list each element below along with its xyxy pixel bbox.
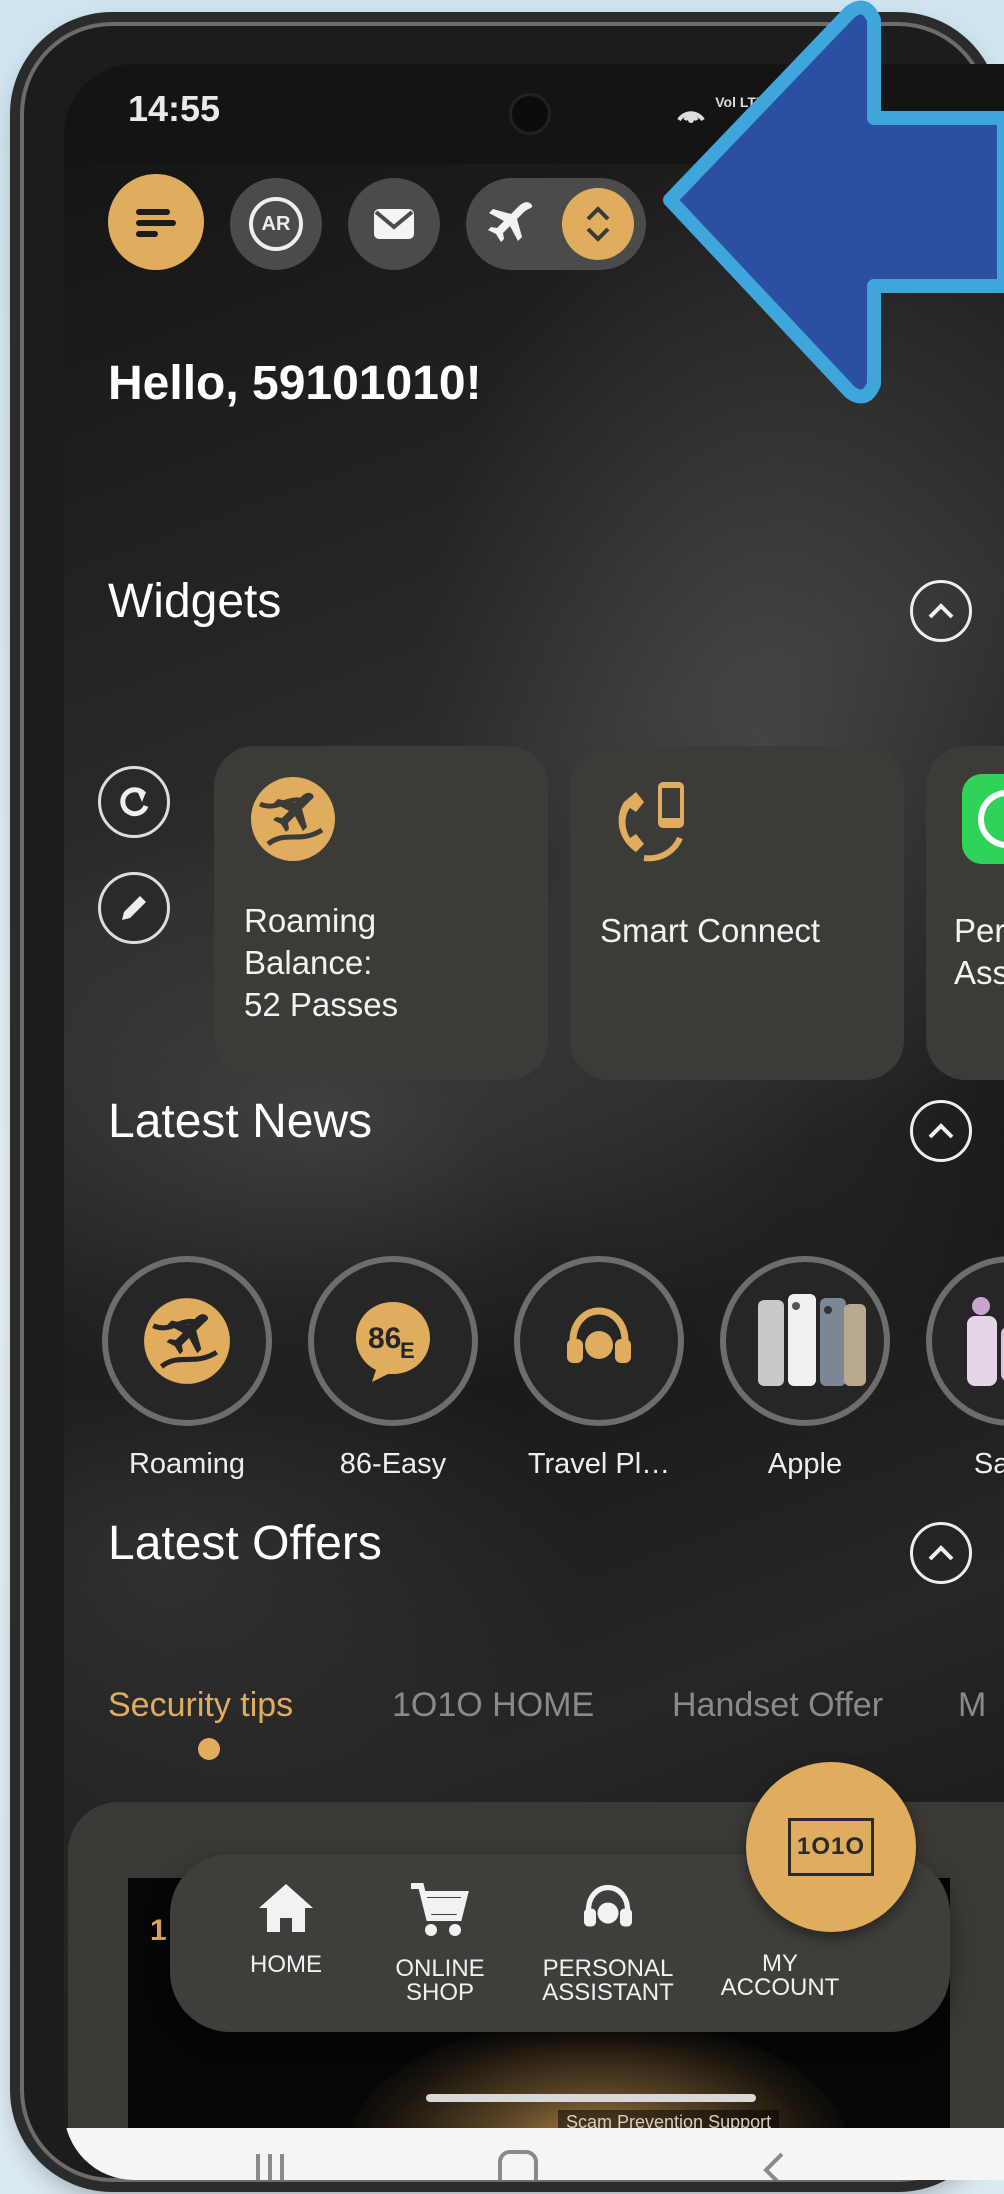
ar-label: AR [261,212,291,235]
news-thumbnail [102,1256,272,1426]
greeting: Hello, 59101010! [108,357,482,410]
widgets-collapse-button[interactable] [910,580,972,642]
news-item-apple[interactable]: Apple [716,1256,894,1481]
news-item-86-easy[interactable]: 86 E 86-Easy [304,1256,482,1481]
nav-my-account[interactable]: MY ACCOUNT [710,1940,850,2000]
chevron-up-icon [928,603,954,619]
ar-icon: AR [249,197,303,251]
back-icon [763,2152,784,2180]
whatsapp-icon [962,774,1004,864]
menu-icon [136,209,176,237]
news-label: Sams [973,1448,1004,1480]
news-thumbnail [514,1256,684,1426]
my-account-button[interactable]: 1O1O [746,1762,916,1932]
edit-widgets-button[interactable] [98,872,170,944]
nav-personal-assistant[interactable]: PERSONAL ASSISTANT [538,1880,678,2005]
chevron-up-icon [928,1545,954,1561]
nav-home[interactable]: HOME [226,1880,346,1977]
offers-collapse-button[interactable] [910,1522,972,1584]
news-label: Roaming [128,1448,246,1480]
system-navigation-bar [64,2128,1004,2180]
menu-button[interactable] [108,174,204,270]
refresh-icon [120,787,149,817]
news-item-travel-plan[interactable]: Travel Pl… [510,1256,688,1481]
annotation-arrow [663,0,1004,404]
pencil-icon [122,896,146,920]
nav-label: PERSONAL ASSISTANT [542,1955,674,2006]
widget-label: Roaming Balance: 52 Passes [244,902,399,1023]
tab-security-tips[interactable]: Security tips [108,1686,293,1725]
refresh-widgets-button[interactable] [98,766,170,838]
news-item-samsung[interactable]: Sams [922,1256,1004,1481]
foldable-phone-image [967,1297,1004,1386]
latest-news-title: Latest News [108,1095,373,1148]
status-time: 14:55 [128,88,221,129]
news-thumbnail [720,1256,890,1426]
widget-card-roaming[interactable]: Roaming Balance: 52 Passes [214,746,548,1080]
travel-mode-toggle[interactable] [466,178,646,270]
phones-image [758,1294,866,1386]
home-square-icon [498,2150,538,2180]
roaming-globe-icon [144,1298,230,1384]
swap-vertical-icon [586,206,610,242]
news-thumbnail: 86 E [308,1256,478,1426]
home-button[interactable] [496,2148,540,2180]
recent-apps-button[interactable] [250,2148,290,2180]
swap-button[interactable] [562,188,634,260]
headset-icon [567,1307,631,1363]
logo-text: 1O1O [796,1833,866,1860]
back-button[interactable] [754,2148,794,2180]
widget-label: Pers Ass [954,912,1004,991]
news-collapse-button[interactable] [910,1100,972,1162]
1o1o-logo: 1O1O [788,1818,874,1876]
active-tab-indicator [198,1738,220,1760]
news-item-roaming[interactable]: Roaming [98,1256,276,1481]
inbox-button[interactable] [348,178,440,270]
roaming-globe-icon [251,777,335,861]
ar-button[interactable]: AR [230,178,322,270]
gesture-home-indicator [426,2094,756,2102]
chevron-up-icon [928,1123,954,1139]
tab-handset-offer[interactable]: Handset Offer [672,1686,883,1725]
nav-label: MY ACCOUNT [720,1950,840,2001]
nav-label: ONLINE SHOP [395,1955,485,2006]
widget-label: Smart Connect [600,912,821,949]
tab-1o1o-home[interactable]: 1O1O HOME [392,1686,594,1725]
86-easy-icon: 86E [356,1302,430,1382]
recent-apps-icon [256,2154,284,2180]
smart-connect-icon [618,782,684,862]
home-icon [259,1884,313,1932]
widget-card-smart-connect[interactable]: Smart Connect [570,746,904,1080]
headset-icon [584,1884,632,1927]
tab-more[interactable]: M [958,1686,986,1725]
front-camera [512,96,548,132]
news-label: Apple [767,1448,843,1480]
nav-online-shop[interactable]: ONLINE SHOP [380,1880,500,2005]
airplane-icon [488,202,533,242]
news-label: 86-Easy [339,1448,447,1480]
news-label: Travel Pl… [527,1448,671,1480]
news-thumbnail [926,1256,1004,1426]
mail-icon [374,209,414,239]
svg-text:E: E [400,1338,415,1363]
banner-mark: 1 [150,1914,167,1947]
latest-offers-title: Latest Offers [108,1517,382,1570]
nav-label: HOME [250,1951,322,1978]
svg-text:86: 86 [368,1322,401,1355]
widgets-title: Widgets [108,575,282,628]
cart-icon [411,1883,469,1936]
widget-card-personal-assistant[interactable]: Pers Ass [926,746,1004,1080]
